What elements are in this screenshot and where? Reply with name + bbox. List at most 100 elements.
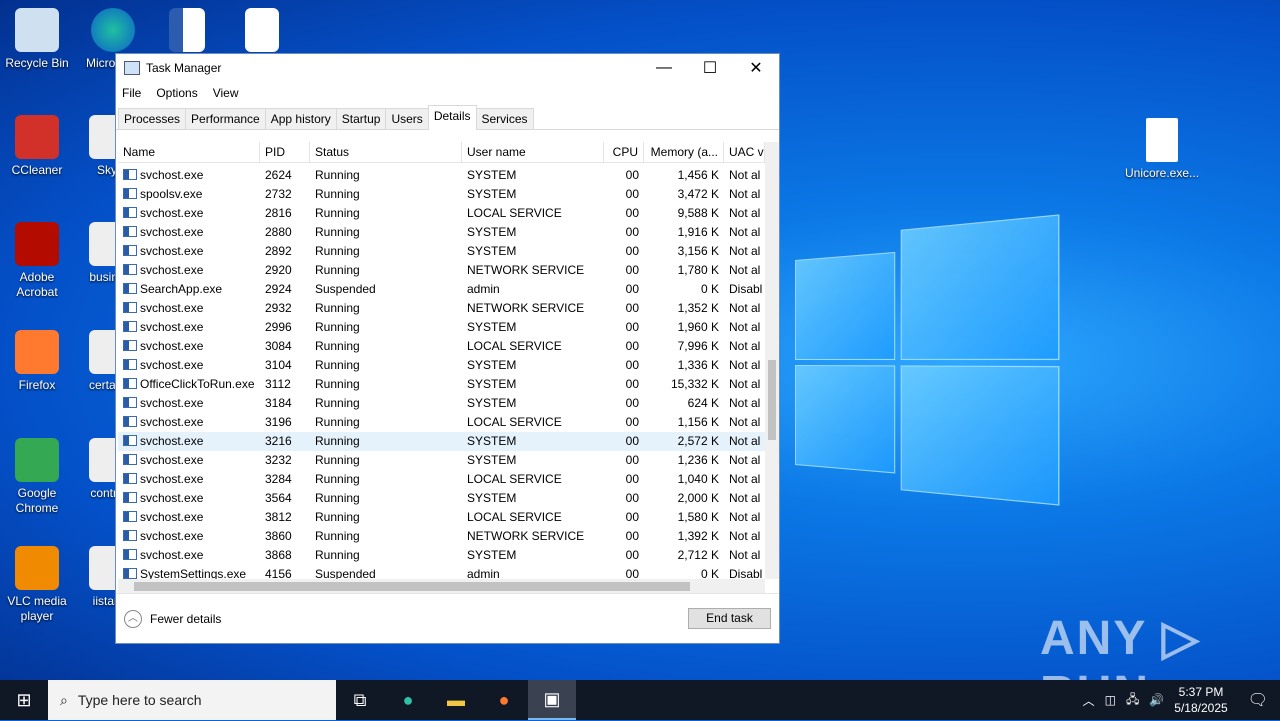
google-chrome-icon: [15, 438, 59, 482]
show-hidden-icons-icon[interactable]: ︿: [1083, 692, 1095, 709]
column-header-status[interactable]: Status: [310, 142, 462, 162]
cell-status: Running: [315, 301, 360, 315]
table-row[interactable]: svchost.exe 2816 Running LOCAL SERVICE 00 9,5…: [118, 204, 765, 223]
cell-memory: 1,156 K: [677, 415, 719, 429]
start-button[interactable]: ⊞: [0, 680, 48, 720]
cell-user-name: LOCAL SERVICE: [467, 206, 562, 220]
column-header-pid[interactable]: PID: [260, 142, 310, 162]
desktop-icon-vlc[interactable]: VLC media player: [0, 546, 74, 624]
table-row[interactable]: svchost.exe 3860 Running NETWORK SERVICE 00 1…: [118, 527, 765, 546]
table-row[interactable]: svchost.exe 3564 Running SYSTEM 00 2,000 K Not…: [118, 489, 765, 508]
task-manager-taskbar-icon[interactable]: ▣: [528, 680, 576, 720]
menu-file[interactable]: File: [122, 86, 141, 100]
firefox-taskbar-icon[interactable]: ●: [480, 680, 528, 720]
cell-cpu: 00: [625, 472, 639, 486]
process-icon: [123, 397, 137, 408]
cell-uac-virtualization: Not al: [729, 453, 761, 467]
table-row[interactable]: svchost.exe 3868 Running SYSTEM 00 2,712 K Not…: [118, 546, 765, 565]
tab-performance[interactable]: Performance: [185, 108, 266, 129]
table-row[interactable]: svchost.exe 3284 Running LOCAL SERVICE 00 1,0…: [118, 470, 765, 489]
desktop-icon-image[interactable]: [225, 8, 299, 56]
notifications-icon[interactable]: 🗨: [1248, 690, 1268, 710]
title-bar[interactable]: Task Manager — ☐ ✕: [116, 54, 779, 82]
table-row[interactable]: svchost.exe 3084 Running LOCAL SERVICE 00 7,9…: [118, 337, 765, 356]
cell-user-name: NETWORK SERVICE: [467, 263, 585, 277]
tab-details[interactable]: Details: [427, 105, 477, 130]
edge-taskbar-icon[interactable]: ●: [384, 680, 432, 720]
process-icon: [123, 530, 137, 541]
desktop-icon-recycle-bin[interactable]: Recycle Bin: [0, 8, 74, 71]
horizontal-scrollbar[interactable]: [118, 579, 765, 594]
table-row[interactable]: spoolsv.exe 2732 Running SYSTEM 00 3,472 K Not…: [118, 185, 765, 204]
vertical-scroll-thumb[interactable]: [768, 360, 776, 440]
cell-cpu: 00: [625, 510, 639, 524]
table-row[interactable]: OfficeClickToRun.exe 3112 Running SYSTEM 00 1…: [118, 375, 765, 394]
cell-uac-virtualization: Not al: [729, 320, 761, 334]
table-row[interactable]: svchost.exe 2624 Running SYSTEM 00 1,456 K Not…: [118, 166, 765, 185]
table-row[interactable]: svchost.exe 2920 Running NETWORK SERVICE 00 1…: [118, 261, 765, 280]
column-header-user-name[interactable]: User name: [462, 142, 604, 162]
tab-app-history[interactable]: App history: [264, 108, 337, 129]
cell-name: spoolsv.exe: [118, 185, 260, 204]
column-header-memory[interactable]: Memory (a...: [644, 142, 724, 162]
desktop-icon-unicore[interactable]: Unicore.exe...: [1125, 118, 1199, 181]
menu-options[interactable]: Options: [156, 86, 197, 100]
table-row[interactable]: svchost.exe 3104 Running SYSTEM 00 1,336 K Not…: [118, 356, 765, 375]
end-task-button[interactable]: End task: [688, 608, 771, 629]
table-row[interactable]: svchost.exe 2996 Running SYSTEM 00 1,960 K Not…: [118, 318, 765, 337]
cell-name: svchost.exe: [118, 451, 260, 470]
desktop-icon-adobe-acrobat[interactable]: Adobe Acrobat: [0, 222, 74, 300]
cell-uac-virtualization: Not al: [729, 244, 761, 258]
tab-services[interactable]: Services: [475, 108, 534, 129]
minimize-button[interactable]: —: [641, 54, 687, 82]
file-explorer-icon[interactable]: ▬: [432, 680, 480, 720]
column-header-name[interactable]: Name: [118, 142, 260, 162]
table-row[interactable]: svchost.exe 3232 Running SYSTEM 00 1,236 K Not…: [118, 451, 765, 470]
cell-pid: 3196: [265, 415, 292, 429]
cell-cpu: 00: [625, 225, 639, 239]
desktop-icon-firefox[interactable]: Firefox: [0, 330, 74, 393]
table-row[interactable]: svchost.exe 2892 Running SYSTEM 00 3,156 K Not…: [118, 242, 765, 261]
horizontal-scroll-thumb[interactable]: [134, 582, 690, 591]
table-row[interactable]: svchost.exe 2932 Running NETWORK SERVICE 00 1…: [118, 299, 765, 318]
network-icon[interactable]: 🖧: [1126, 690, 1139, 711]
camera-icon[interactable]: ◫: [1105, 693, 1116, 707]
close-button[interactable]: ✕: [733, 54, 779, 82]
task-view-icon[interactable]: ⧉: [336, 680, 384, 720]
cell-name: svchost.exe: [118, 299, 260, 318]
cell-memory: 0 K: [700, 282, 719, 296]
table-row[interactable]: SearchApp.exe 2924 Suspended admin 00 0 K Disa…: [118, 280, 765, 299]
table-row[interactable]: svchost.exe 3184 Running SYSTEM 00 624 K Not a…: [118, 394, 765, 413]
search-box[interactable]: ⌕ Type here to search: [48, 680, 336, 720]
desktop-icon-ccleaner[interactable]: CCleaner: [0, 115, 74, 178]
cell-memory: 2,000 K: [677, 491, 719, 505]
cell-uac-virtualization: Not al: [729, 529, 761, 543]
table-row[interactable]: svchost.exe 2880 Running SYSTEM 00 1,916 K Not…: [118, 223, 765, 242]
table-row[interactable]: svchost.exe 3216 Running SYSTEM 00 2,572 K Not…: [118, 432, 765, 451]
table-row[interactable]: svchost.exe 3812 Running LOCAL SERVICE 00 1,5…: [118, 508, 765, 527]
tab-processes[interactable]: Processes: [118, 108, 187, 129]
vertical-scrollbar[interactable]: [765, 142, 779, 579]
column-header-uac-virtualization[interactable]: UAC v: [724, 142, 765, 162]
desktop-icon-google-chrome[interactable]: Google Chrome: [0, 438, 74, 516]
cell-cpu: 00: [625, 187, 639, 201]
fewer-details-link[interactable]: Fewer details: [150, 612, 221, 626]
column-header-cpu[interactable]: CPU: [604, 142, 644, 162]
cell-pid: 3184: [265, 396, 292, 410]
cell-pid: 3284: [265, 472, 292, 486]
maximize-button[interactable]: ☐: [687, 54, 733, 82]
cell-name: svchost.exe: [118, 356, 260, 375]
cell-name: svchost.exe: [118, 413, 260, 432]
adobe-acrobat-icon: [15, 222, 59, 266]
tab-startup[interactable]: Startup: [335, 108, 387, 129]
volume-icon[interactable]: 🔊: [1149, 693, 1164, 707]
desktop-icon-word-doc[interactable]: [150, 8, 224, 56]
cell-cpu: 00: [625, 206, 639, 220]
menu-view[interactable]: View: [213, 86, 239, 100]
clock[interactable]: 5:37 PM 5/18/2025: [1174, 684, 1227, 716]
table-row[interactable]: svchost.exe 3196 Running LOCAL SERVICE 00 1,1…: [118, 413, 765, 432]
cell-pid: 3112: [265, 377, 291, 391]
chevron-up-icon[interactable]: ︿: [124, 609, 142, 628]
tab-users[interactable]: Users: [385, 108, 429, 129]
vlc-icon: [15, 546, 59, 590]
